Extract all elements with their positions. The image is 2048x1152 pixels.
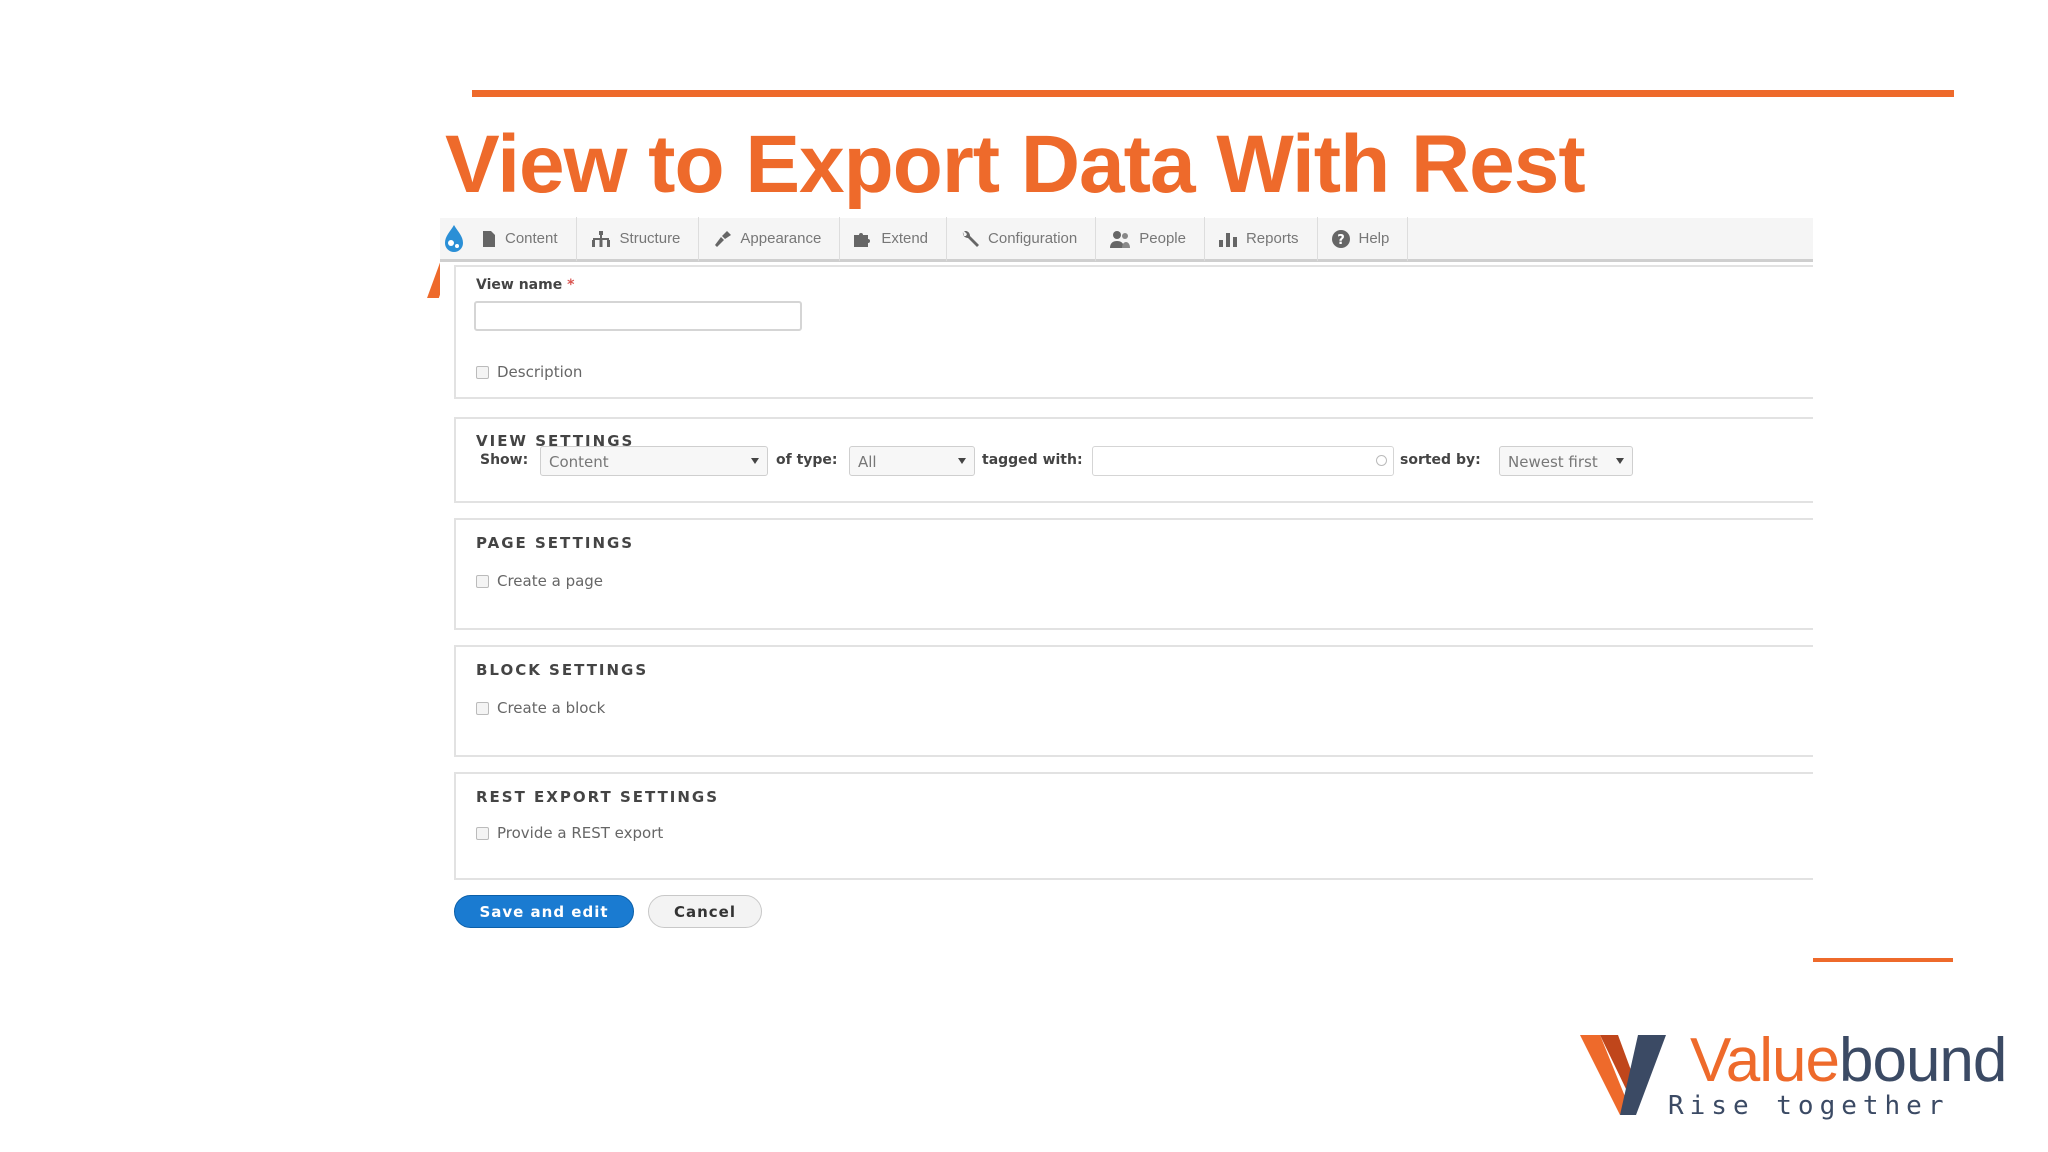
toolbar-item-label: People: [1139, 230, 1186, 247]
wrench-icon: [962, 230, 980, 247]
show-label: Show:: [480, 452, 529, 468]
right-rule: [1813, 958, 1953, 962]
chevron-down-icon: [751, 458, 759, 464]
rest-export-settings-title: REST EXPORT SETTINGS: [476, 788, 720, 806]
puzzle-icon: [854, 232, 871, 247]
cancel-button[interactable]: Cancel: [648, 895, 762, 928]
chevron-down-icon: [1616, 458, 1624, 464]
save-and-edit-button[interactable]: Save and edit: [454, 895, 634, 928]
create-block-row[interactable]: Create a block: [476, 699, 605, 717]
slide-title: View to Export Data With Rest: [445, 119, 1586, 210]
description-checkbox-row[interactable]: Description: [476, 363, 582, 381]
rest-export-settings-card: REST EXPORT SETTINGS Provide a REST expo…: [454, 772, 1813, 880]
toolbar-item-extend[interactable]: Extend: [840, 216, 948, 261]
brush-icon: [715, 230, 732, 247]
description-label: Description: [497, 363, 583, 381]
page-icon: [483, 230, 495, 247]
toolbar-item-appearance[interactable]: Appearance: [699, 216, 841, 261]
admin-toolbar: Content Structure Appearance Extend Conf…: [440, 216, 1813, 262]
logo-tagline: Rise together: [1668, 1091, 1950, 1121]
toolbar-item-people[interactable]: People: [1096, 216, 1205, 261]
drupal-screenshot: Content Structure Appearance Extend Conf…: [440, 216, 1813, 938]
of-type-select[interactable]: All: [849, 446, 975, 476]
toolbar-item-structure[interactable]: Structure: [577, 216, 700, 261]
toolbar-item-label: Reports: [1245, 230, 1299, 247]
toolbar-item-label: Configuration: [988, 230, 1078, 247]
sorted-by-label: sorted by:: [1400, 452, 1481, 468]
tagged-with-label: tagged with:: [982, 452, 1083, 468]
logo-wordmark: Valuebound: [1690, 1026, 2007, 1095]
bar-chart-icon: [1218, 232, 1237, 247]
create-block-checkbox[interactable]: [476, 701, 489, 715]
description-checkbox[interactable]: [476, 365, 489, 379]
rest-export-row[interactable]: Provide a REST export: [476, 824, 663, 842]
create-page-row[interactable]: Create a page: [476, 572, 603, 590]
create-page-label: Create a page: [497, 572, 604, 590]
toolbar-item-content[interactable]: Content: [468, 216, 577, 261]
sorted-by-select[interactable]: Newest first: [1499, 446, 1633, 476]
autocomplete-icon: [1376, 455, 1387, 466]
view-name-card: View name * Description: [454, 265, 1813, 399]
toolbar-item-label: Help: [1358, 230, 1390, 247]
of-type-label: of type:: [776, 452, 838, 468]
block-settings-card: BLOCK SETTINGS Create a block: [454, 645, 1813, 757]
toolbar-item-help[interactable]: ? Help: [1318, 216, 1409, 261]
block-settings-title: BLOCK SETTINGS: [476, 661, 649, 679]
view-name-label: View name *: [476, 277, 575, 293]
rest-export-checkbox[interactable]: [476, 826, 489, 840]
valuebound-v-icon: [1580, 1035, 1666, 1115]
toolbar-item-label: Appearance: [740, 230, 822, 247]
toolbar-item-reports[interactable]: Reports: [1205, 216, 1318, 261]
title-overflow-letter: A: [424, 250, 440, 298]
toolbar-item-configuration[interactable]: Configuration: [947, 216, 1097, 261]
toolbar-item-label: Content: [505, 230, 558, 247]
toolbar-item-label: Extend: [881, 230, 929, 247]
people-icon: [1110, 230, 1131, 248]
page-settings-card: PAGE SETTINGS Create a page: [454, 518, 1813, 630]
sitemap-icon: [591, 230, 610, 247]
rest-export-label: Provide a REST export: [497, 824, 664, 842]
page-settings-title: PAGE SETTINGS: [476, 534, 635, 552]
create-block-label: Create a block: [497, 699, 606, 717]
help-icon: ?: [1331, 229, 1350, 248]
chevron-down-icon: [958, 458, 966, 464]
top-rule: [472, 90, 1954, 97]
view-settings-card: VIEW SETTINGS Show: Content of type: All…: [454, 417, 1813, 503]
svg-text:?: ?: [1337, 233, 1345, 248]
view-name-input[interactable]: [474, 301, 802, 331]
create-page-checkbox[interactable]: [476, 574, 489, 588]
tagged-with-input[interactable]: [1092, 446, 1394, 476]
show-select[interactable]: Content: [540, 446, 768, 476]
drupal-drop-icon[interactable]: [440, 221, 468, 257]
toolbar-item-label: Structure: [619, 230, 681, 247]
required-mark: *: [567, 277, 575, 293]
valuebound-logo: Valuebound Rise together: [1580, 1025, 2030, 1125]
